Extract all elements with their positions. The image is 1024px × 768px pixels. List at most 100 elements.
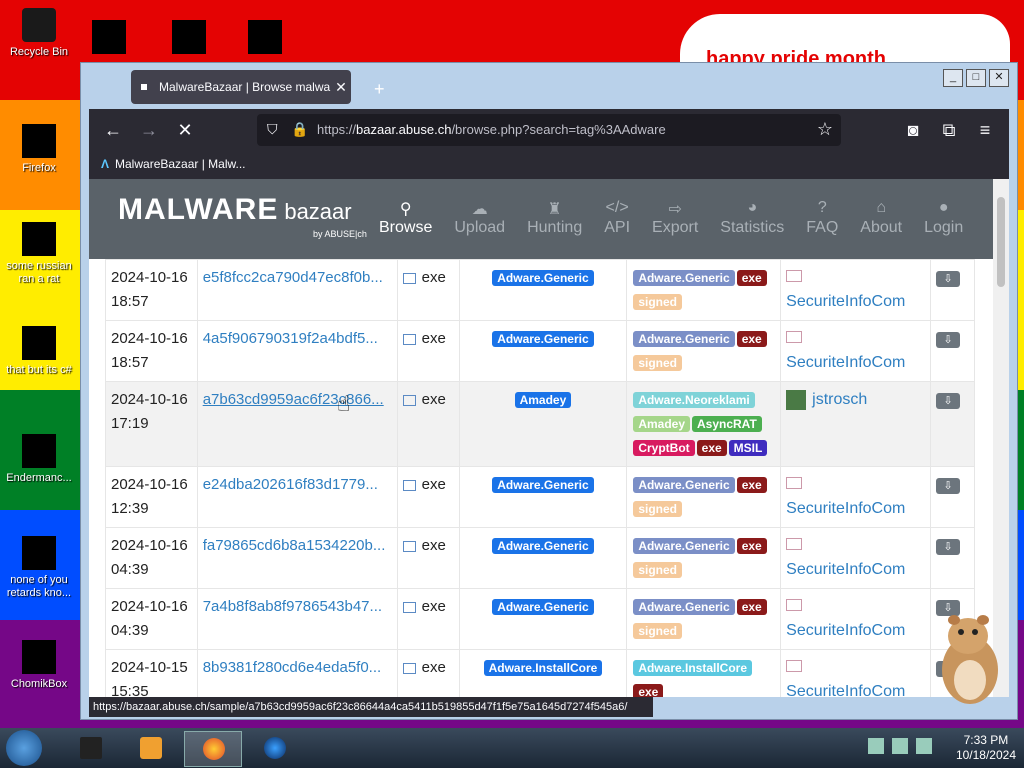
sha256-link[interactable]: 7a4b8f8ab8f9786543b47... — [203, 598, 382, 615]
tag-badge[interactable]: exe — [736, 270, 767, 286]
download-icon[interactable]: ⇩ — [936, 332, 961, 348]
nav-upload[interactable]: ☁ Upload — [454, 199, 505, 237]
download-icon[interactable]: ⇩ — [936, 393, 961, 409]
tag-badge[interactable]: exe — [736, 477, 767, 493]
new-tab-button[interactable]: + — [374, 79, 385, 100]
sha256-link[interactable]: e5f8fcc2ca790d47ec8f0b... — [203, 269, 383, 286]
reporter-link[interactable]: SecuriteInfoCom — [786, 293, 905, 310]
extensions-icon[interactable]: ⧉ — [937, 118, 961, 142]
tag-badge[interactable]: exe — [633, 684, 664, 697]
tag-badge[interactable]: signed — [633, 294, 682, 310]
building-icon: ⌂ — [876, 199, 887, 216]
firefox-icon — [22, 124, 56, 158]
signature-badge[interactable]: Adware.Generic — [492, 538, 594, 554]
url-bar[interactable]: ⛉ 🔒 https://bazaar.abuse.ch/browse.php?s… — [257, 114, 841, 146]
reporter-link[interactable]: SecuriteInfoCom — [786, 622, 905, 639]
tag-badge[interactable]: Adware.Generic — [633, 331, 735, 347]
sha256-link[interactable]: 4a5f906790319f2a4bdf5... — [203, 330, 378, 347]
taskbar-item[interactable] — [62, 731, 118, 765]
nav-export[interactable]: ⇨ Export — [652, 199, 698, 237]
nav-about[interactable]: ⌂ About — [860, 199, 902, 237]
signature-badge[interactable]: Adware.Generic — [492, 331, 594, 347]
pocket-icon[interactable]: ◙ — [901, 118, 925, 142]
tag-badge[interactable]: Adware.Neoreklami — [633, 392, 755, 408]
signature-badge[interactable]: Adware.Generic — [492, 477, 594, 493]
site-logo[interactable]: MALWARE bazaar by ABUSE|ch — [118, 193, 367, 239]
scrollbar-thumb[interactable] — [997, 197, 1005, 287]
tag-badge[interactable]: CryptBot — [633, 440, 695, 456]
desktop-icon-file[interactable]: that but its c# — [1, 326, 77, 377]
chomikbox-icon — [22, 640, 56, 674]
desktop-icon-firefox[interactable]: Firefox — [1, 124, 77, 175]
tag-badge[interactable]: Adware.Generic — [633, 599, 735, 615]
signature-badge[interactable]: Amadey — [514, 392, 572, 408]
desktop-icon-chomikbox[interactable]: ChomikBox — [1, 640, 77, 691]
sha256-link[interactable]: e24dba202616f83d1779... — [203, 476, 378, 493]
signature-badge[interactable]: Adware.Generic — [492, 599, 594, 615]
tag-badge[interactable]: Amadey — [633, 416, 690, 432]
tag-badge[interactable]: Adware.InstallCore — [633, 660, 753, 676]
desktop-icon-label: Firefox — [22, 162, 56, 174]
filetype-cell: exe — [396, 381, 460, 467]
back-button[interactable]: ← — [101, 118, 125, 142]
download-icon[interactable]: ⇩ — [936, 539, 961, 555]
tracking-shield-icon[interactable]: ⛉ — [267, 121, 278, 138]
nav-api[interactable]: </> API — [604, 199, 630, 237]
desktop-icon-app[interactable]: Endermanc... — [1, 434, 77, 485]
sha256-link[interactable]: 8b9381f280cd6e4eda5f0... — [203, 659, 382, 676]
desktop-top-icon[interactable] — [248, 20, 282, 54]
tag-badge[interactable]: AsyncRAT — [692, 416, 762, 432]
tag-badge[interactable]: exe — [696, 440, 727, 456]
tag-badge[interactable]: signed — [633, 355, 682, 371]
start-button[interactable] — [6, 730, 42, 766]
nav-statistics[interactable]: ◕ Statistics — [720, 199, 784, 237]
desktop-top-icon[interactable] — [92, 20, 126, 54]
taskbar-item[interactable] — [122, 731, 178, 765]
bookmark-item[interactable]: Λ MalwareBazaar | Malw... — [101, 157, 246, 171]
tray-icon[interactable] — [868, 738, 884, 754]
tag-badge[interactable]: Adware.Generic — [633, 538, 735, 554]
stop-loading-button[interactable]: ✕ — [173, 118, 197, 142]
nav-hunting[interactable]: ♜ Hunting — [527, 199, 582, 237]
desktop-icon-app[interactable]: none of you retards kno... — [1, 536, 77, 600]
browser-tab[interactable]: MalwareBazaar | Browse malwa ✕ — [131, 70, 351, 104]
tag-badge[interactable]: Adware.Generic — [633, 270, 735, 286]
close-tab-icon[interactable]: ✕ — [331, 79, 351, 96]
tag-badge[interactable]: MSIL — [728, 440, 768, 456]
tag-badge[interactable]: Adware.Generic — [633, 477, 735, 493]
menu-icon[interactable]: ≡ — [973, 118, 997, 142]
tag-badge[interactable]: exe — [736, 538, 767, 554]
tag-badge[interactable]: exe — [736, 599, 767, 615]
nav-faq[interactable]: ? FAQ — [806, 199, 838, 237]
signature-badge[interactable]: Adware.InstallCore — [483, 660, 603, 676]
taskbar-item[interactable] — [246, 731, 302, 765]
tag-badge[interactable]: signed — [633, 623, 682, 639]
signature-badge[interactable]: Adware.Generic — [492, 270, 594, 286]
download-icon[interactable]: ⇩ — [936, 478, 961, 494]
nav-login[interactable]: ● Login — [924, 199, 963, 237]
reporter-link[interactable]: SecuriteInfoCom — [786, 683, 905, 697]
reporter-link[interactable]: jstrosch — [812, 391, 867, 408]
reporter-link[interactable]: SecuriteInfoCom — [786, 561, 905, 578]
logo-sub: bazaar — [284, 199, 352, 224]
hash-cell: e24dba202616f83d1779... — [196, 466, 398, 528]
taskbar-item-firefox[interactable] — [184, 731, 242, 767]
network-icon[interactable] — [892, 738, 908, 754]
desktop-icon-recycle-bin[interactable]: Recycle Bin — [1, 8, 77, 59]
sha256-link[interactable]: fa79865cd6b8a1534220b... — [203, 537, 386, 554]
download-icon[interactable]: ⇩ — [936, 271, 961, 287]
tag-badge[interactable]: signed — [633, 501, 682, 517]
volume-icon[interactable] — [916, 738, 932, 754]
clock[interactable]: 7:33 PM 10/18/2024 — [956, 733, 1016, 763]
tag-badge[interactable]: exe — [736, 331, 767, 347]
reporter-link[interactable]: SecuriteInfoCom — [786, 500, 905, 517]
sha256-link[interactable]: a7b63cd9959ac6f23c866... — [203, 391, 384, 408]
desktop-top-icon[interactable] — [172, 20, 206, 54]
desktop-icon-file[interactable]: some russian ran a rat — [1, 222, 77, 286]
reporter-link[interactable]: SecuriteInfoCom — [786, 354, 905, 371]
nav-browse[interactable]: ⚲ Browse — [379, 199, 432, 237]
lock-icon[interactable]: 🔒 — [291, 121, 308, 138]
forward-button[interactable]: → — [137, 118, 161, 142]
tag-badge[interactable]: signed — [633, 562, 682, 578]
bookmark-star-icon[interactable]: ☆ — [817, 119, 833, 140]
